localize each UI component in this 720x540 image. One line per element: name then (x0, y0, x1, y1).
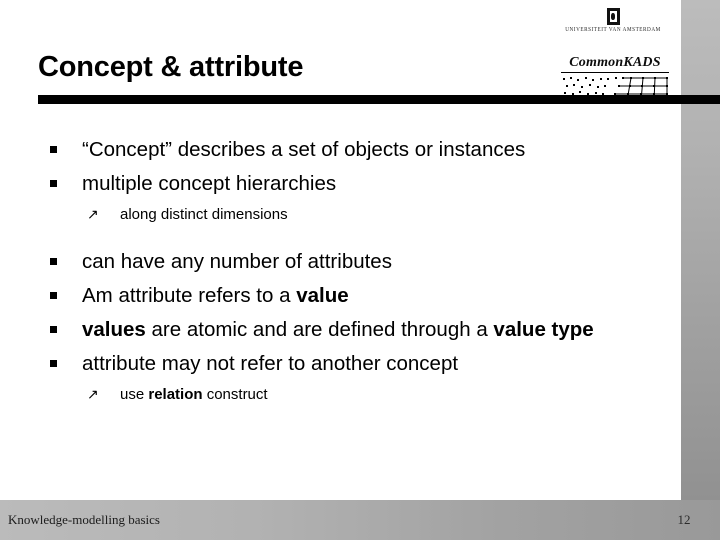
emphasis-term: relation (148, 386, 203, 403)
bullet-item: values are atomic and are defined throug… (38, 316, 673, 343)
bullet-list: “Concept” describes a set of objects or … (38, 136, 673, 414)
emphasis-term: value type (493, 318, 594, 341)
bullet-item: “Concept” describes a set of objects or … (38, 136, 673, 163)
footer-label: Knowledge-modelling basics (8, 512, 160, 527)
plain-text: use (120, 386, 149, 403)
title-underline-rule (38, 95, 720, 104)
slide-title: Concept & attribute (38, 51, 304, 83)
plain-text: Am attribute refers to a (82, 284, 297, 307)
plain-text: multiple concept hierarchies (82, 172, 337, 195)
emphasis-term: value (296, 284, 349, 307)
plain-text: construct (202, 386, 268, 403)
bullet-item: Am attribute refers to a value (38, 282, 673, 309)
bullet-text: attribute may not refer to another conce… (82, 352, 458, 375)
bullet-text: can have any number of attributes (82, 250, 392, 273)
slide-footer: Knowledge-modelling basics 12 (0, 500, 720, 540)
bullet-item: multiple concept hierarchies (38, 170, 673, 197)
plain-text: can have any number of attributes (82, 250, 392, 273)
commonkads-logo-text: CommonKADS (561, 55, 669, 73)
square-bullet-icon (50, 292, 57, 299)
emphasis-term: values (82, 318, 146, 341)
square-bullet-icon (50, 360, 57, 367)
bullet-text: Am attribute refers to a value (82, 284, 349, 307)
bullet-text: values are atomic and are defined throug… (82, 318, 594, 341)
uva-logo: UNIVERSITEIT VAN AMSTERDAM (561, 8, 665, 33)
plain-text: “Concept” describes a set of objects or … (82, 138, 526, 161)
bullet-text: “Concept” describes a set of objects or … (82, 138, 525, 161)
plain-text: along distinct dimensions (120, 206, 288, 223)
uva-shield-icon (606, 8, 620, 25)
sub-bullet-item: ↗ along distinct dimensions (38, 204, 673, 225)
square-bullet-icon (50, 146, 57, 153)
slide-canvas: UNIVERSITEIT VAN AMSTERDAM CommonKADS Co… (0, 0, 720, 540)
bullet-item: can have any number of attributes (38, 248, 673, 275)
plain-text: are atomic and are defined through a (145, 318, 494, 341)
bullet-item: attribute may not refer to another conce… (38, 350, 673, 377)
bullet-text: along distinct dimensions (120, 206, 288, 223)
square-bullet-icon (50, 258, 57, 265)
uva-logo-text: UNIVERSITEIT VAN AMSTERDAM (565, 26, 661, 34)
footer-page-number: 12 (677, 512, 691, 527)
bullet-text: multiple concept hierarchies (82, 172, 336, 195)
right-decorative-strip (681, 0, 720, 500)
arrow-bullet-icon: ↗ (87, 206, 99, 222)
square-bullet-icon (50, 180, 57, 187)
square-bullet-icon (50, 326, 57, 333)
plain-text: attribute may not refer to another conce… (82, 352, 459, 375)
bullet-text: use relation construct (120, 386, 268, 403)
arrow-bullet-icon: ↗ (87, 386, 99, 402)
sub-bullet-item: ↗ use relation construct (38, 384, 673, 405)
